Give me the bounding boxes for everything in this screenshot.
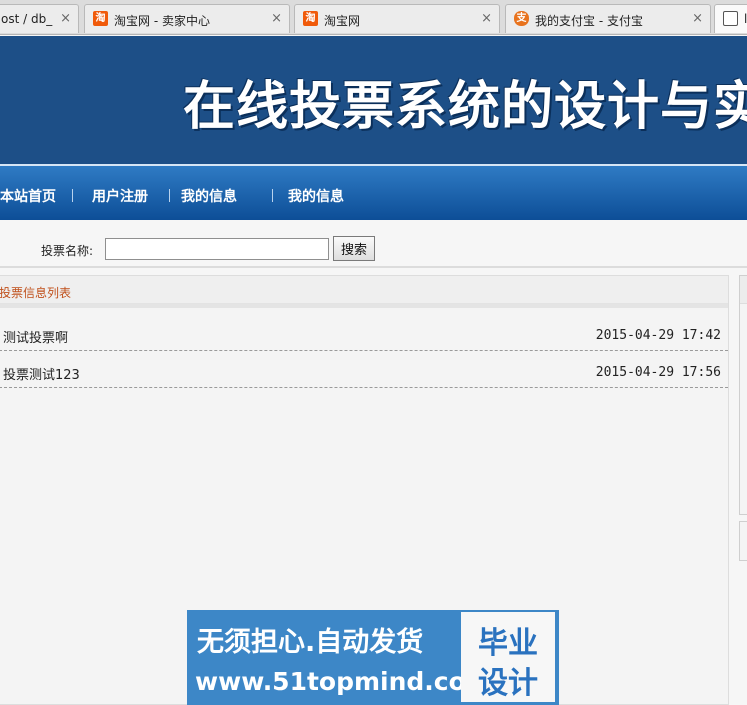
close-icon[interactable]: × bbox=[481, 11, 492, 26]
nav-separator bbox=[272, 189, 273, 202]
search-bar: 投票名称: 搜索 bbox=[0, 230, 747, 268]
close-icon[interactable]: × bbox=[692, 11, 703, 26]
vote-time: 2015-04-29 17:56 bbox=[595, 365, 721, 380]
side-panel bbox=[739, 275, 747, 515]
browser-tab-phpmyadmin[interactable]: ost / db_ × bbox=[0, 4, 79, 33]
site-banner: 在线投票系统的设计与实 bbox=[0, 36, 747, 164]
ad-badge-text: 设计 bbox=[478, 666, 538, 701]
side-panel-header bbox=[740, 276, 747, 304]
panel-header: 投票信息列表 bbox=[0, 276, 728, 304]
browser-tab-taobao-seller[interactable]: 淘 淘宝网 - 卖家中心 × bbox=[84, 4, 290, 33]
close-icon[interactable]: × bbox=[271, 11, 282, 26]
panel-title: 投票信息列表 bbox=[0, 286, 72, 300]
ad-badge-text: 毕业 bbox=[478, 626, 538, 661]
taobao-icon: 淘 bbox=[93, 11, 108, 26]
divider bbox=[0, 266, 747, 268]
main-nav: 本站首页 用户注册 我的信息 我的信息 bbox=[0, 164, 747, 220]
search-label: 投票名称: bbox=[41, 244, 94, 258]
nav-register[interactable]: 用户注册 bbox=[92, 186, 148, 206]
ad-banner[interactable]: 无须担心.自动发货 www.51topmind.com 毕业 设计 bbox=[187, 610, 559, 705]
site-title: 在线投票系统的设计与实 bbox=[183, 77, 747, 137]
vote-name-link[interactable]: 投票测试123 bbox=[3, 364, 80, 383]
close-icon[interactable]: × bbox=[60, 11, 71, 26]
search-input[interactable] bbox=[105, 238, 329, 260]
ad-url: www.51topmind.com bbox=[195, 667, 492, 696]
nav-separator bbox=[72, 189, 73, 202]
search-button[interactable]: 搜索 bbox=[333, 236, 375, 261]
tab-label: ost / db_ bbox=[1, 12, 53, 26]
browser-tab-strip: ost / db_ × 淘 淘宝网 - 卖家中心 × 淘 淘宝网 × 支 我的支… bbox=[0, 0, 747, 35]
tab-label: 淘宝网 bbox=[324, 14, 361, 28]
nav-separator bbox=[169, 189, 170, 202]
panel-divider bbox=[0, 304, 728, 308]
alipay-icon: 支 bbox=[514, 11, 529, 26]
tab-label: 我的支付宝 - 支付宝 bbox=[535, 14, 643, 28]
tab-label: 淘宝网 - 卖家中心 bbox=[114, 14, 210, 28]
ad-badge: 毕业 设计 bbox=[461, 612, 555, 702]
browser-tab-taobao[interactable]: 淘 淘宝网 × bbox=[294, 4, 500, 33]
list-item[interactable]: 投票测试123 2015-04-29 17:56 bbox=[0, 351, 728, 388]
nav-home[interactable]: 本站首页 bbox=[0, 186, 56, 206]
side-panel bbox=[739, 521, 747, 561]
list-item[interactable]: 测试投票啊 2015-04-29 17:42 bbox=[0, 314, 728, 351]
browser-tab-alipay[interactable]: 支 我的支付宝 - 支付宝 × bbox=[505, 4, 711, 33]
nav-my-info-2[interactable]: 我的信息 bbox=[288, 186, 344, 206]
vote-time: 2015-04-29 17:42 bbox=[595, 328, 721, 343]
browser-tab-current[interactable]: l bbox=[714, 4, 747, 33]
vote-name-link[interactable]: 测试投票啊 bbox=[3, 327, 68, 346]
taobao-icon: 淘 bbox=[303, 11, 318, 26]
nav-my-info[interactable]: 我的信息 bbox=[181, 186, 237, 206]
ad-slogan: 无须担心.自动发货 bbox=[197, 627, 424, 658]
page-icon bbox=[723, 11, 738, 26]
